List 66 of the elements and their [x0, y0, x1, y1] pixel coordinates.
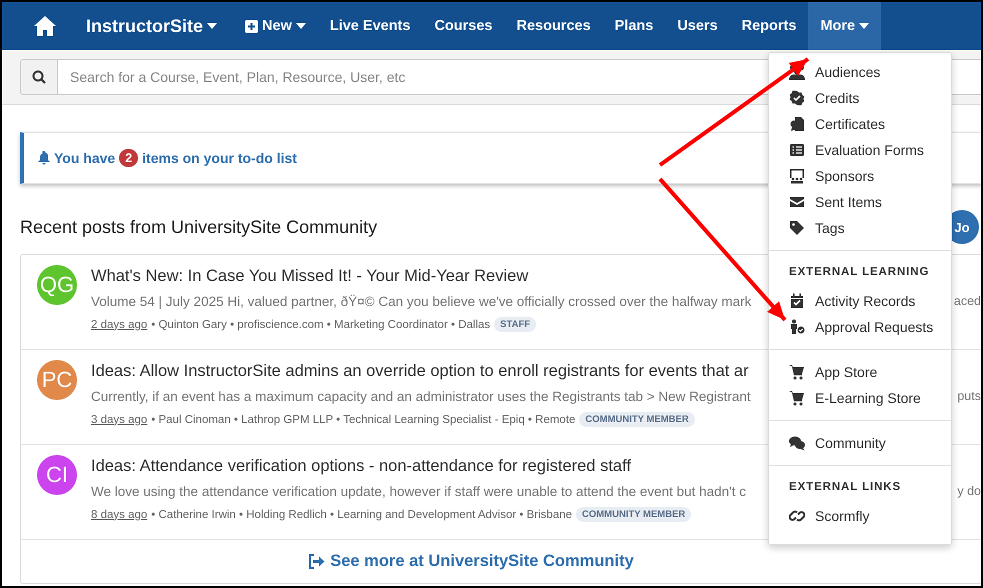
post-excerpt: aced [954, 294, 981, 309]
nav-link[interactable]: Live Events [318, 2, 422, 50]
menu-item[interactable]: Scormfly [769, 503, 951, 529]
certificate-icon [789, 116, 805, 132]
badge-check-icon [789, 90, 805, 106]
nav-link[interactable]: More [808, 2, 882, 50]
chat-bubbles-icon [789, 435, 805, 451]
new-menu-button[interactable]: New [233, 2, 318, 50]
nav-link[interactable]: Plans [602, 2, 666, 50]
avatar: CI [37, 455, 77, 495]
site-menu-button[interactable]: InstructorSite [70, 2, 234, 50]
avatar: PC [37, 360, 77, 400]
link-icon [789, 508, 805, 524]
calendar-check-icon [789, 293, 805, 309]
alert-text: items on your to-do list [142, 150, 297, 166]
search-icon [32, 70, 46, 84]
nav-link[interactable]: Users [665, 2, 730, 50]
nav-link[interactable]: Resources [504, 2, 603, 50]
home-icon [34, 16, 56, 36]
role-badge: STAFF [494, 317, 536, 332]
menu-item[interactable]: Certificates [769, 111, 951, 137]
cart-icon [789, 364, 805, 380]
bell-icon [38, 151, 50, 165]
post-meta: • Quinton Gary • profiscience.com • Marketing Coordinator • Dallas [151, 318, 490, 330]
role-badge: COMMUNITY MEMBER [576, 507, 692, 522]
see-more-link[interactable]: See more at UniversitySite Community [308, 552, 634, 571]
envelope-icon [789, 194, 805, 210]
menu-item[interactable]: E-Learning Store [769, 385, 951, 411]
post-title[interactable]: What's New: In Case You Missed It! - Your Mid-Year Review [91, 267, 528, 286]
menu-item[interactable]: Activity Records [769, 288, 951, 314]
plus-icon [245, 20, 258, 32]
alert-text: You have [54, 150, 116, 166]
todo-count-badge: 2 [119, 149, 138, 167]
presentation-icon [789, 168, 805, 184]
menu-item[interactable]: Community [769, 430, 951, 456]
sign-out-icon [308, 554, 326, 569]
post-excerpt: puts [957, 389, 981, 404]
post-meta: • Catherine Irwin • Holding Redlich • Learning and Development Advisor • Brisbane [151, 508, 572, 520]
section-heading: Recent posts from UniversitySite Community [20, 216, 378, 238]
post-excerpt: y do [957, 484, 981, 499]
post-excerpt: Volume 54 | July 2025 Hi, valued partner, ðŸ¤© Can you believe we've officially crossed over the halfway mark [91, 294, 752, 309]
nav-link[interactable]: Reports [730, 2, 808, 50]
list-icon [789, 142, 805, 158]
tag-icon [789, 220, 805, 236]
cart-icon [789, 390, 805, 406]
post-excerpt: We love using the attendance verification update, however if staff were unable to attend the event but hadn't c [91, 484, 746, 499]
post-meta: • Paul Cinoman • Lathrop GPM LLP • Technical Learning Specialist - Epiq • Remote [151, 414, 576, 426]
post-time-link[interactable]: 8 days ago [91, 508, 148, 520]
menu-item[interactable]: Sponsors [769, 163, 951, 189]
people-icon [789, 64, 805, 80]
role-badge: COMMUNITY MEMBER [579, 412, 695, 427]
nav-link[interactable]: Courses [422, 2, 504, 50]
post-time-link[interactable]: 2 days ago [91, 318, 148, 330]
avatar: QG [37, 265, 77, 305]
menu-item[interactable]: Approval Requests [769, 314, 951, 340]
post-excerpt: Currently, if an event has a maximum capacity and an administrator uses the Registrants tab > New Registrant [91, 389, 751, 404]
menu-section-heading: EXTERNAL LINKS [788, 480, 902, 495]
post-time-link[interactable]: 3 days ago [91, 414, 148, 426]
menu-item[interactable]: Audiences [769, 59, 951, 85]
menu-section-heading: EXTERNAL LEARNING [788, 265, 930, 280]
post-title[interactable]: Ideas: Allow InstructorSite admins an override option to enroll registrants for events that ar [91, 362, 749, 381]
search-button[interactable] [20, 59, 58, 95]
menu-item[interactable]: App Store [769, 359, 951, 385]
person-check-icon [789, 319, 805, 335]
menu-item[interactable]: Evaluation Forms [769, 137, 951, 163]
post-title[interactable]: Ideas: Attendance verification options - non-attendance for registered staff [91, 457, 631, 476]
